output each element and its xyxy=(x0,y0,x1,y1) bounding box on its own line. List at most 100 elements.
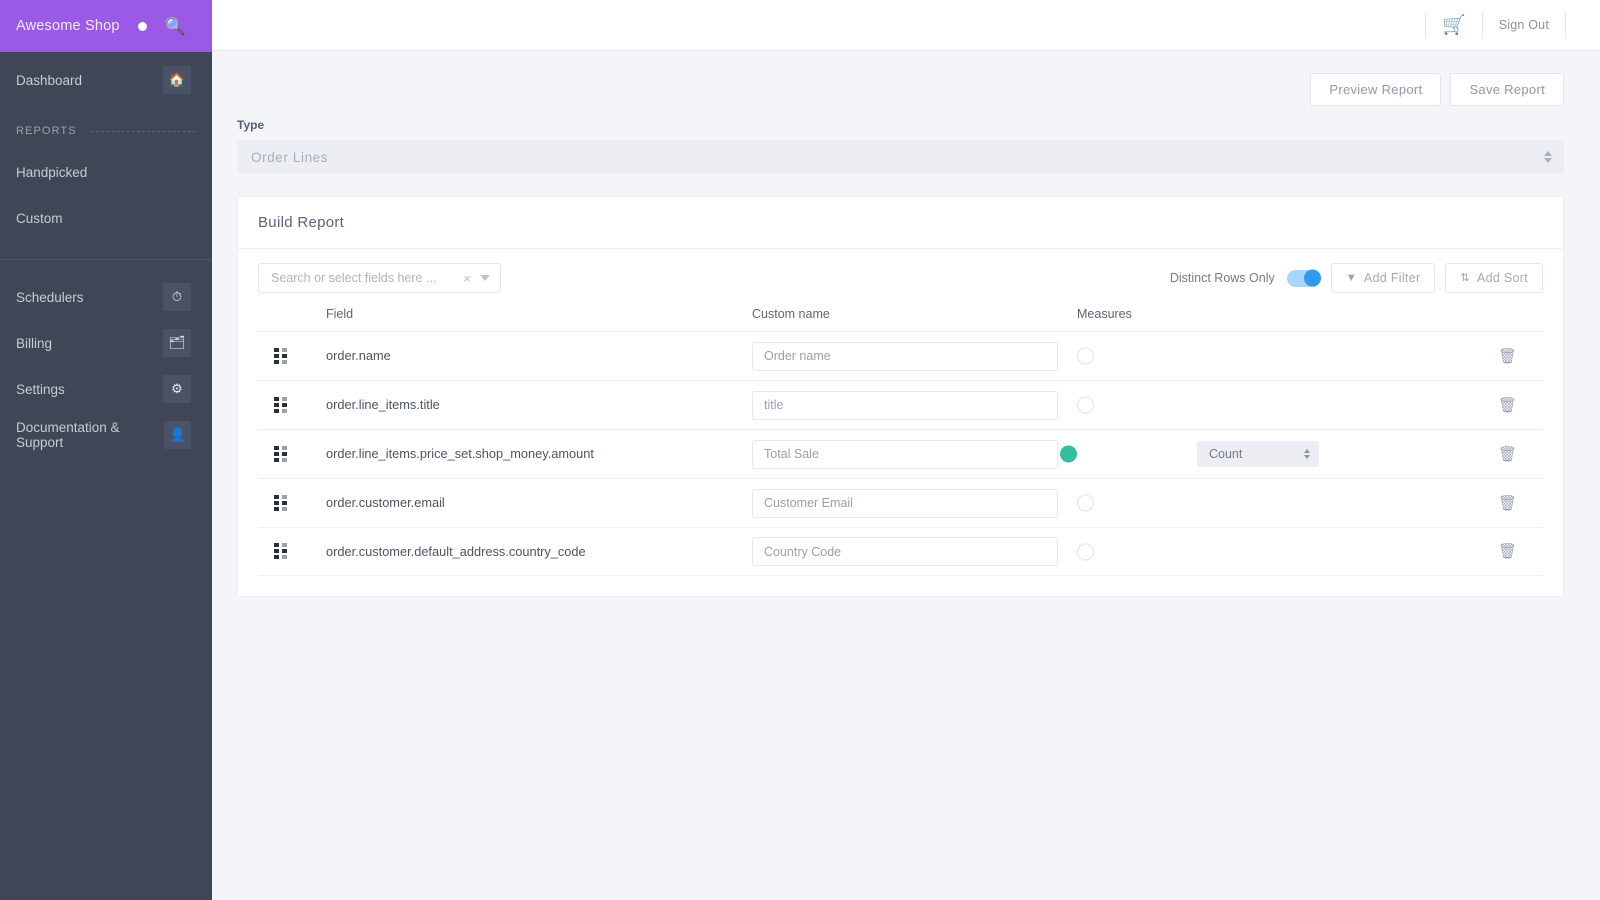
drag-handle-icon[interactable] xyxy=(274,397,287,414)
header-cell-custom-name: Custom name xyxy=(752,307,1077,321)
drag-dot xyxy=(274,549,279,553)
sidebar-item-handpicked[interactable]: Handpicked xyxy=(0,149,212,195)
drag-dot xyxy=(282,403,287,407)
row-handle-cell xyxy=(258,348,326,365)
row-handle-cell xyxy=(258,397,326,414)
gear-icon: ⚙ xyxy=(163,375,191,403)
drag-dot xyxy=(274,458,279,462)
preview-report-button[interactable]: Preview Report xyxy=(1310,73,1441,106)
table-body: order.name🗑order.line_items.title🗑order.… xyxy=(258,331,1543,576)
type-select-value: Order Lines xyxy=(251,150,328,165)
sidebar-item-custom[interactable]: Custom xyxy=(0,195,212,241)
table-header-row: Field Custom name Measures xyxy=(258,307,1543,331)
drag-dot xyxy=(274,348,279,352)
drag-handle-icon[interactable] xyxy=(274,348,287,365)
sidebar-item-label: Handpicked xyxy=(16,165,196,180)
custom-name-cell xyxy=(752,440,1077,469)
sidebar-item-documentation-support[interactable]: Documentation & Support 👤 xyxy=(0,412,212,458)
delete-cell: 🗑 xyxy=(1437,349,1543,364)
field-name: order.name xyxy=(326,348,391,363)
delete-cell: 🗑 xyxy=(1437,447,1543,462)
sidebar-item-label: Settings xyxy=(16,382,163,397)
drag-dot xyxy=(274,495,279,499)
drag-dot xyxy=(274,446,279,450)
sign-out-link[interactable]: Sign Out xyxy=(1499,18,1549,32)
delete-row-icon[interactable]: 🗑 xyxy=(1498,349,1517,364)
add-filter-button[interactable]: ▼ Add Filter xyxy=(1331,263,1436,293)
sidebar-item-label: Documentation & Support xyxy=(16,420,164,450)
delete-row-icon[interactable]: 🗑 xyxy=(1498,496,1517,511)
table-row: order.name 🗑 xyxy=(258,331,1543,380)
custom-name-cell xyxy=(752,391,1077,420)
sidebar-section-rule xyxy=(91,131,196,132)
add-sort-label: Add Sort xyxy=(1477,271,1528,285)
toolbar-row: × Distinct Rows Only ▼ Add Filter ⇅ Add … xyxy=(258,263,1543,293)
row-handle-cell xyxy=(258,446,326,463)
drag-dot xyxy=(282,452,287,456)
sidebar-item-settings[interactable]: Settings ⚙ xyxy=(0,366,212,412)
row-handle-cell xyxy=(258,543,326,560)
sidebar-item-billing[interactable]: Billing 🗂 xyxy=(0,320,212,366)
custom-name-input[interactable] xyxy=(752,440,1058,469)
chevron-down-icon[interactable] xyxy=(480,275,490,281)
toggle-knob xyxy=(1077,495,1094,512)
sort-icon: ⇅ xyxy=(1460,273,1470,284)
custom-name-input[interactable] xyxy=(752,489,1058,518)
custom-name-input[interactable] xyxy=(752,537,1058,566)
custom-name-input[interactable] xyxy=(752,391,1058,420)
field-name: order.line_items.price_set.shop_money.am… xyxy=(326,446,594,461)
search-logo-icon: 🔍 xyxy=(165,18,186,35)
sidebar-section-reports: REPORTS xyxy=(0,113,212,149)
table-row: order.customer.email 🗑 xyxy=(258,478,1543,527)
sidebar-section-label: REPORTS xyxy=(16,125,77,137)
type-select[interactable]: Order Lines xyxy=(237,140,1564,174)
delete-row-icon[interactable]: 🗑 xyxy=(1498,447,1517,462)
search-input[interactable] xyxy=(269,270,456,286)
sidebar-item-schedulers[interactable]: Schedulers ⏱ xyxy=(0,274,212,320)
aggregate-select-value: Count xyxy=(1209,447,1242,461)
drag-handle-icon[interactable] xyxy=(274,446,287,463)
field-search[interactable]: × xyxy=(258,263,501,293)
sidebar-item-label: Billing xyxy=(16,336,163,351)
aggregate-cell: Count xyxy=(1197,441,1437,467)
delete-row-icon[interactable]: 🗑 xyxy=(1498,398,1517,413)
status-dot-icon xyxy=(138,22,147,31)
build-report-card: Build Report × Distinct Rows Only ▼ A xyxy=(237,196,1564,597)
main-area: 🛒 Sign Out Preview Report Save Report Ty… xyxy=(212,0,1600,900)
drag-dot xyxy=(282,360,287,364)
add-sort-button[interactable]: ⇅ Add Sort xyxy=(1445,263,1543,293)
drag-handle-icon[interactable] xyxy=(274,543,287,560)
drag-dot xyxy=(282,458,287,462)
clear-icon[interactable]: × xyxy=(456,271,478,286)
drag-dot xyxy=(274,501,279,505)
delete-row-icon[interactable]: 🗑 xyxy=(1498,544,1517,559)
field-name: order.customer.email xyxy=(326,495,445,510)
sidebar-item-dashboard[interactable]: Dashboard 🏠 xyxy=(0,57,212,103)
custom-name-cell xyxy=(752,342,1077,371)
cart-icon[interactable]: 🛒 xyxy=(1442,16,1466,35)
wallet-icon: 🗂 xyxy=(163,329,191,357)
distinct-rows-toggle[interactable] xyxy=(1287,270,1321,287)
action-row: Preview Report Save Report xyxy=(237,73,1564,106)
card-header: Build Report xyxy=(238,197,1563,249)
save-report-button[interactable]: Save Report xyxy=(1450,73,1564,106)
drag-dot xyxy=(282,409,287,413)
custom-name-input[interactable] xyxy=(752,342,1058,371)
fields-table: Field Custom name Measures order.name🗑or… xyxy=(258,307,1543,576)
table-row: order.line_items.price_set.shop_money.am… xyxy=(258,429,1543,478)
delete-cell: 🗑 xyxy=(1437,496,1543,511)
content: Preview Report Save Report Type Order Li… xyxy=(212,51,1600,597)
topbar-divider xyxy=(1482,12,1483,38)
drag-dot xyxy=(274,452,279,456)
drag-dot xyxy=(274,409,279,413)
drag-handle-icon[interactable] xyxy=(274,495,287,512)
drag-dot xyxy=(282,446,287,450)
drag-dot xyxy=(274,403,279,407)
aggregate-select[interactable]: Count xyxy=(1197,441,1319,467)
sidebar: Awesome Shop 🔍 Dashboard 🏠 REPORTS Handp… xyxy=(0,0,212,900)
toggle-knob xyxy=(1077,348,1094,365)
sidebar-brand: Awesome Shop 🔍 xyxy=(0,0,212,52)
drag-dot xyxy=(274,555,279,559)
drag-dot xyxy=(282,348,287,352)
custom-name-cell xyxy=(752,537,1077,566)
